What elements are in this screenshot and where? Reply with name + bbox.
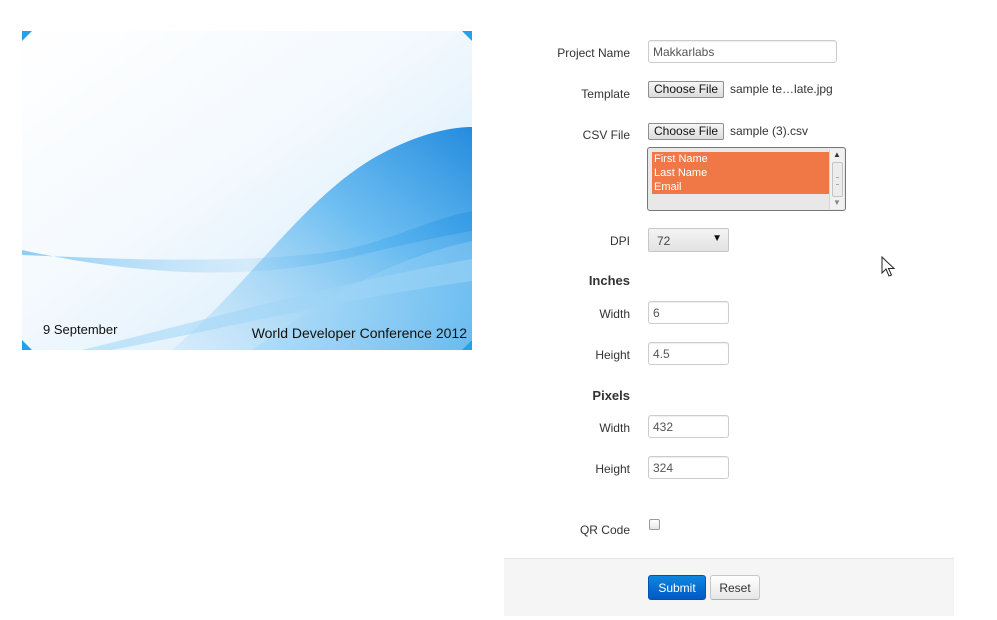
dpi-selected-value: 72: [657, 234, 671, 248]
reset-button[interactable]: Reset: [710, 575, 760, 600]
form-actions: Submit Reset: [504, 558, 954, 616]
qr-code-label: QR Code: [579, 523, 630, 537]
project-name-input[interactable]: [648, 40, 837, 63]
pixels-height-label: Height: [595, 462, 630, 476]
project-name-label: Project Name: [557, 46, 630, 60]
dpi-label: DPI: [609, 234, 630, 248]
dropdown-arrow-icon: ▼: [712, 233, 722, 244]
scroll-down-arrow-icon[interactable]: ▼: [830, 197, 844, 209]
dpi-select[interactable]: 72 ▼: [648, 228, 729, 252]
scroll-thumb[interactable]: [832, 162, 843, 197]
submit-button[interactable]: Submit: [648, 575, 706, 600]
inches-height-label: Height: [595, 348, 630, 362]
scroll-grip-icon: [836, 177, 839, 185]
pixels-heading: Pixels: [592, 388, 630, 403]
inches-width-input[interactable]: [648, 301, 729, 324]
listbox-scrollbar[interactable]: ▲ ▼: [829, 149, 844, 209]
csv-columns-listbox[interactable]: First Name Last Name Email ▲ ▼: [647, 147, 846, 211]
template-date-text: 9 September: [43, 322, 118, 337]
template-preview: 9 September World Developer Conference 2…: [22, 31, 472, 350]
pixels-height-input[interactable]: [648, 456, 729, 479]
csv-columns-list: First Name Last Name Email: [652, 152, 829, 194]
csv-column-option[interactable]: First Name: [652, 152, 829, 166]
qr-code-checkbox[interactable]: [649, 519, 660, 530]
csv-file-label: CSV File: [582, 128, 630, 142]
pixels-width-label: Width: [599, 421, 630, 435]
template-file-name: sample te…late.jpg: [730, 82, 833, 96]
csv-column-option[interactable]: Last Name: [652, 166, 829, 180]
csv-column-option[interactable]: Email: [652, 180, 829, 194]
template-choose-file-button[interactable]: Choose File: [648, 81, 725, 98]
template-background-graphic: [22, 31, 472, 350]
template-label: Template: [581, 87, 630, 101]
template-conference-text: World Developer Conference 2012: [251, 325, 467, 341]
inches-width-label: Width: [599, 307, 630, 321]
csv-file-name: sample (3).csv: [730, 124, 809, 138]
inches-heading: Inches: [588, 273, 630, 288]
pixels-width-input[interactable]: [648, 415, 729, 438]
scroll-up-arrow-icon[interactable]: ▲: [830, 149, 844, 161]
project-form-page: 9 September World Developer Conference 2…: [0, 0, 997, 620]
inches-height-input[interactable]: [648, 342, 729, 365]
mouse-pointer-icon: [881, 256, 895, 277]
csv-choose-file-button[interactable]: Choose File: [648, 123, 725, 140]
